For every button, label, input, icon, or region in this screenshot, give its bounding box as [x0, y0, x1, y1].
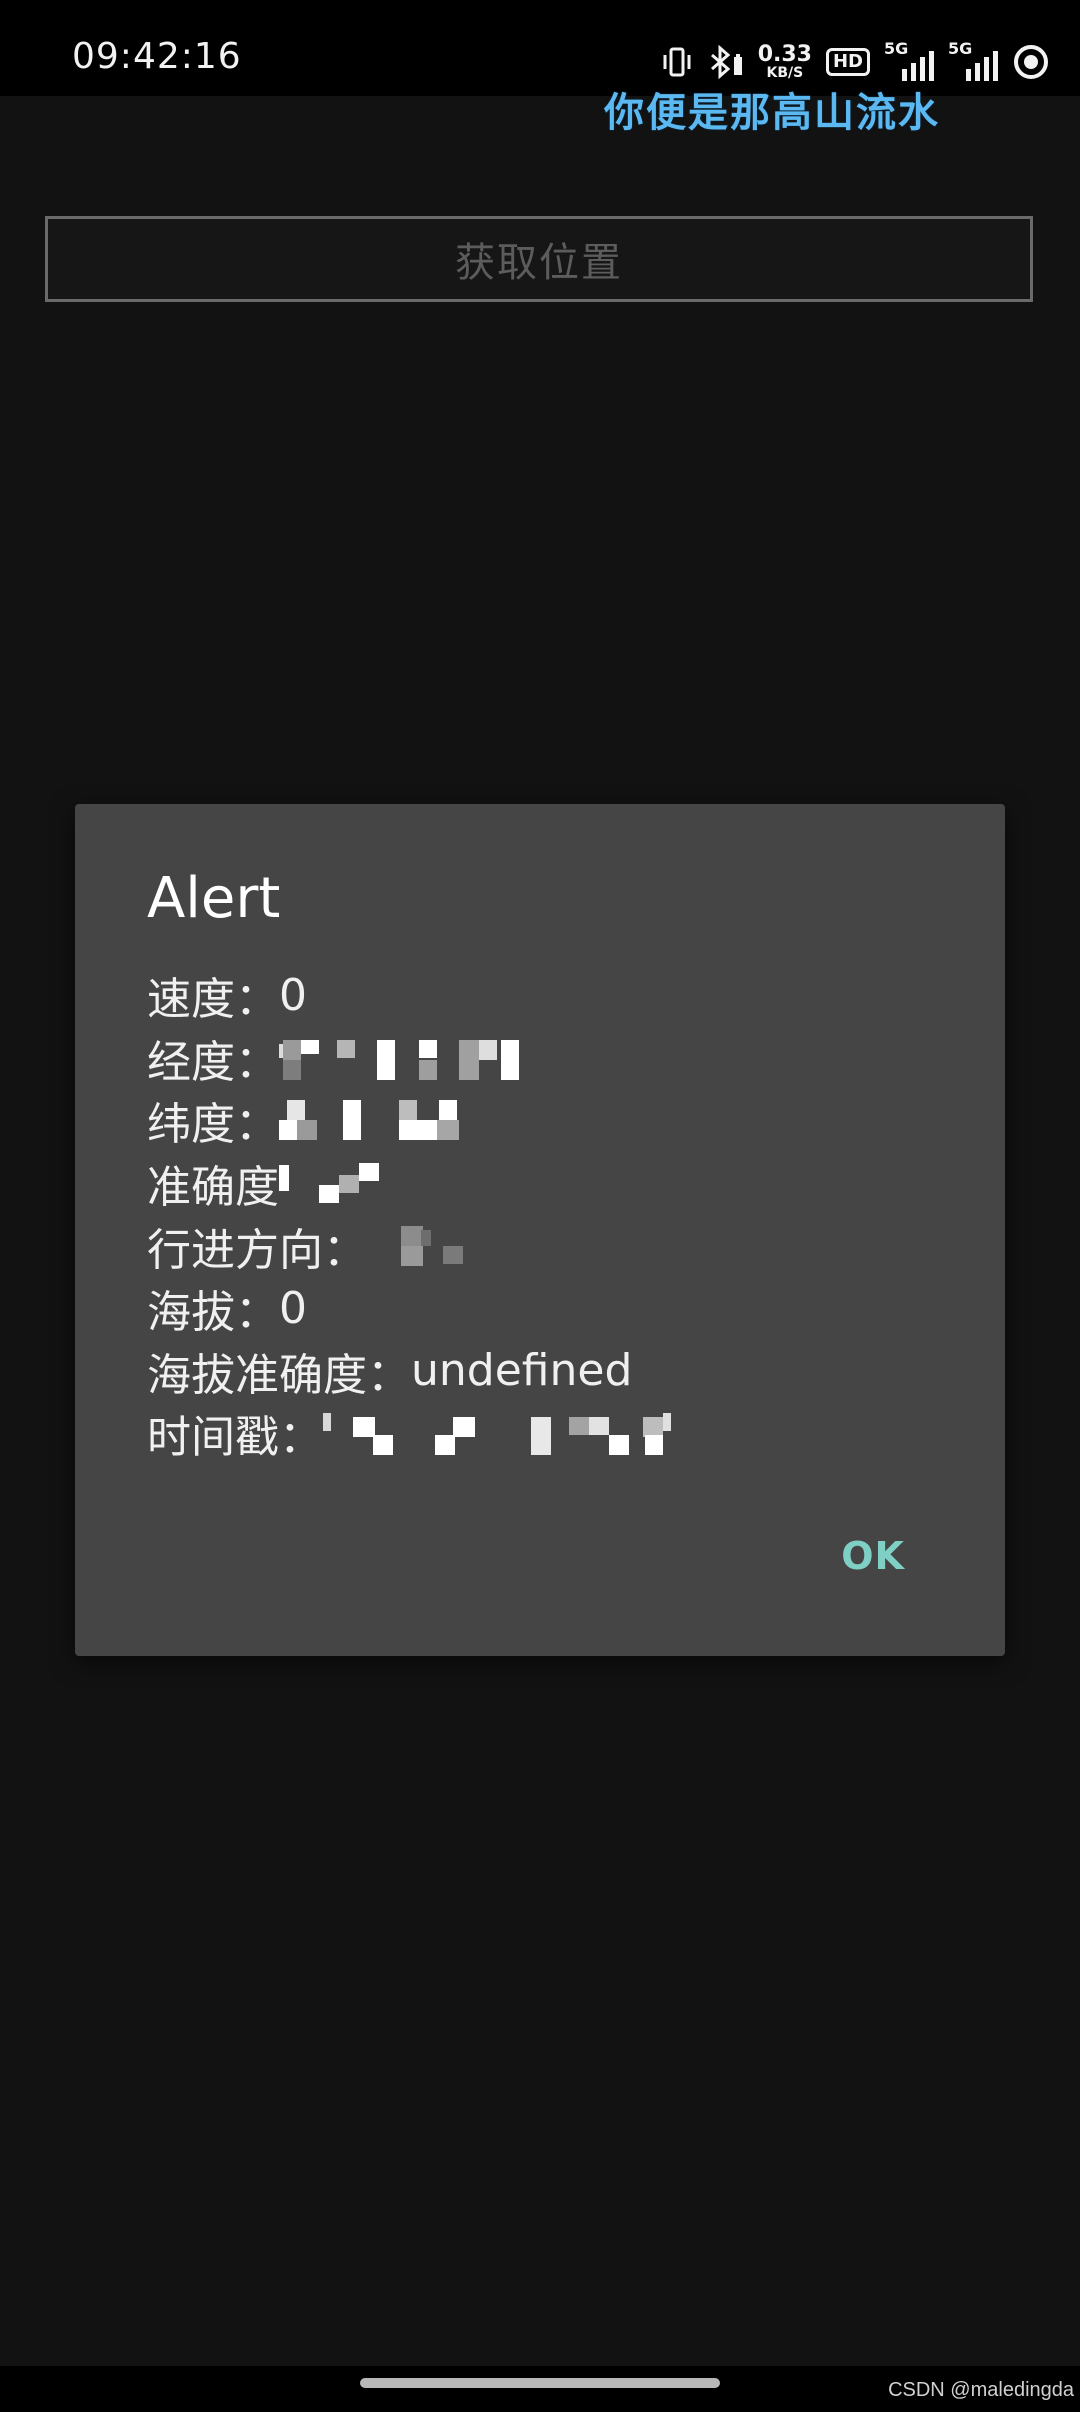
latitude-redacted-value	[279, 1098, 499, 1142]
alert-line-speed: 速度： 0	[147, 964, 947, 1027]
altitude-value: 0	[279, 1282, 307, 1334]
timestamp-label: 时间戳：	[147, 1412, 323, 1464]
network-speed-value: 0.33	[757, 42, 812, 67]
alert-line-latitude: 纬度：	[147, 1089, 947, 1152]
network-speed: 0.33 KB/S	[757, 42, 812, 81]
altitude-label: 海拔：	[147, 1287, 279, 1339]
alert-line-timestamp: 时间戳：	[147, 1402, 947, 1465]
heading-redacted-value	[367, 1224, 467, 1268]
alert-line-heading: 行进方向：	[147, 1214, 947, 1277]
status-time: 09:42:16	[72, 36, 242, 77]
bluetooth-battery-icon	[708, 45, 744, 79]
alert-title: Alert	[147, 866, 281, 931]
status-icons: 0.33 KB/S HD 5G 5G	[660, 38, 1050, 86]
speed-label: 速度：	[147, 974, 279, 1026]
accuracy-redacted-value	[279, 1161, 389, 1205]
alert-dialog: Alert 速度： 0 经度： 纬度： 准确度 行进方向： 海拔： 0 海拔准确…	[75, 804, 1005, 1656]
altitude-accuracy-label: 海拔准确度：	[147, 1349, 411, 1401]
ring-status-icon	[1012, 43, 1050, 81]
longitude-label: 经度：	[147, 1036, 279, 1088]
alert-line-altitude-accuracy: 海拔准确度： undefined	[147, 1340, 947, 1403]
vibrate-icon	[660, 45, 694, 79]
heading-label: 行进方向：	[147, 1224, 367, 1276]
alert-line-accuracy: 准确度	[147, 1152, 947, 1215]
latitude-label: 纬度：	[147, 1099, 279, 1151]
altitude-accuracy-value: undefined	[411, 1345, 633, 1397]
longitude-redacted-value	[279, 1036, 539, 1080]
gesture-handle[interactable]	[360, 2378, 720, 2388]
speed-value: 0	[279, 969, 307, 1021]
watermark: CSDN @maledingda	[888, 2379, 1074, 2401]
network-speed-unit: KB/S	[766, 65, 804, 81]
hd-volte-icon: HD	[825, 48, 870, 76]
signal-sim2-icon: 5G	[948, 39, 998, 81]
signal-sim1-icon: 5G	[884, 39, 934, 81]
timestamp-redacted-value	[323, 1411, 703, 1456]
alert-line-longitude: 经度：	[147, 1027, 947, 1090]
alert-message: 速度： 0 经度： 纬度： 准确度 行进方向： 海拔： 0 海拔准确度： und…	[147, 964, 947, 1465]
ok-button[interactable]: OK	[841, 1534, 905, 1578]
app-screen: 09:42:16 0.33 KB/S HD 5G 5G 你便是那高山流水 获取位…	[0, 0, 1080, 2412]
lyric-overlay-caption: 你便是那高山流水	[604, 90, 940, 136]
get-location-button[interactable]: 获取位置	[45, 216, 1033, 302]
accuracy-label: 准确度	[147, 1162, 279, 1214]
alert-line-altitude: 海拔： 0	[147, 1277, 947, 1340]
